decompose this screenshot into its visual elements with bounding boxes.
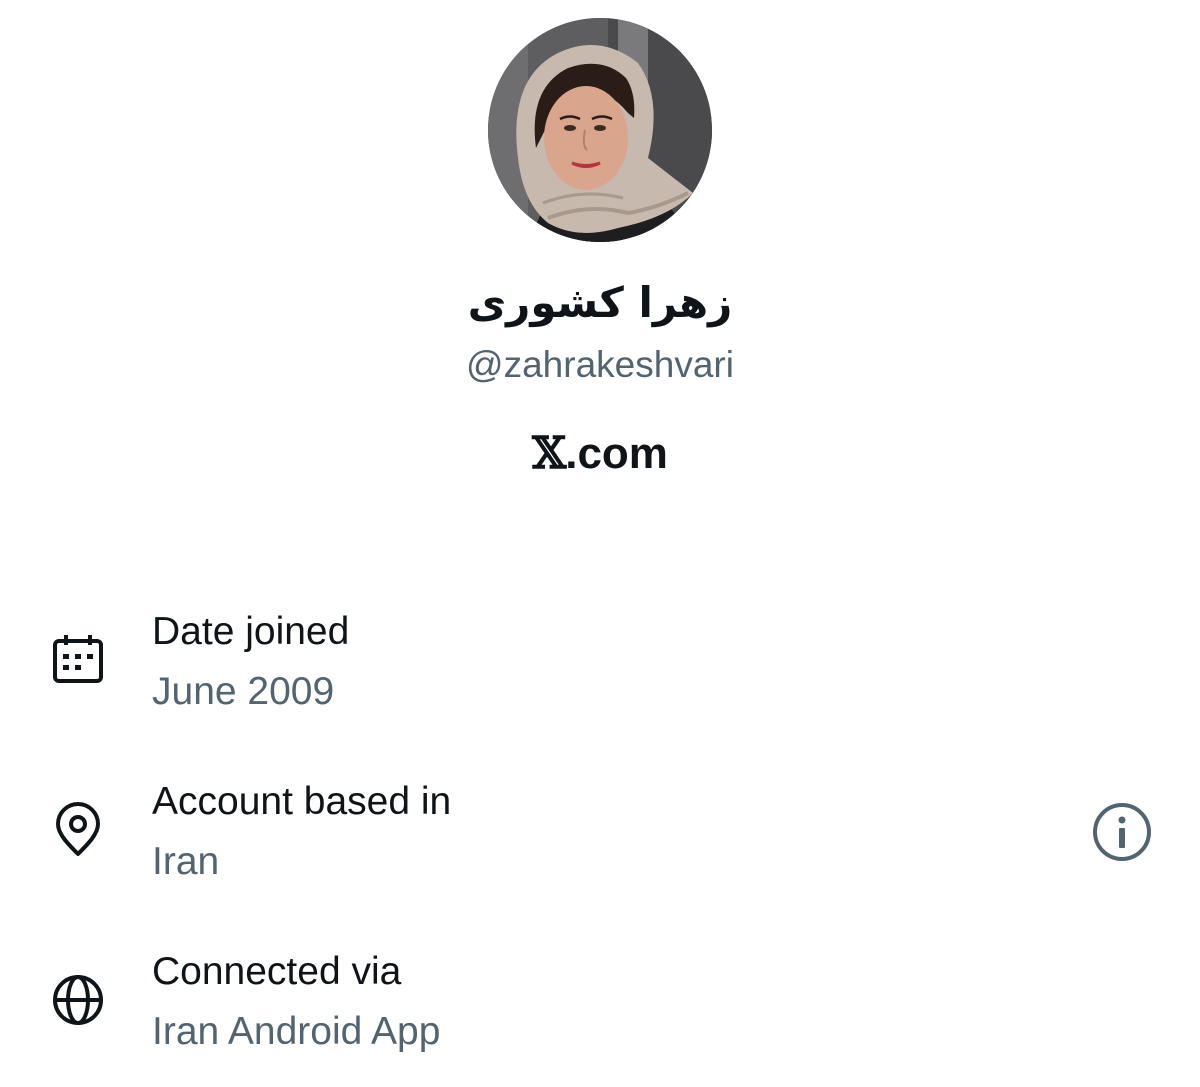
location-pin-icon [56,802,100,856]
brand-domain-text: .com [565,429,668,478]
avatar-image [488,18,712,242]
date-joined-value: June 2009 [152,670,335,713]
x-brand-domain: 𝕏.com [0,428,1200,479]
account-based-in-value: Iran [152,840,220,883]
account-based-in-row: Account based in Iran [0,780,1200,910]
about-account-page: زهرا کشوری @zahrakeshvari 𝕏.com Date joi… [0,0,1200,1087]
connected-via-label: Connected via [152,950,402,993]
profile-avatar[interactable] [488,18,712,242]
username-handle[interactable]: @zahrakeshvari [0,344,1200,386]
connected-via-row: Connected via Iran Android App [0,950,1200,1080]
x-logo-icon: 𝕏 [532,428,566,479]
globe-icon [53,975,103,1025]
info-icon[interactable] [1090,800,1154,864]
display-name: زهرا کشوری [467,278,733,327]
calendar-icon [53,635,103,683]
date-joined-label: Date joined [152,610,350,653]
connected-via-value: Iran Android App [152,1010,441,1053]
date-joined-row: Date joined June 2009 [0,610,1200,740]
account-based-in-label: Account based in [152,780,452,823]
